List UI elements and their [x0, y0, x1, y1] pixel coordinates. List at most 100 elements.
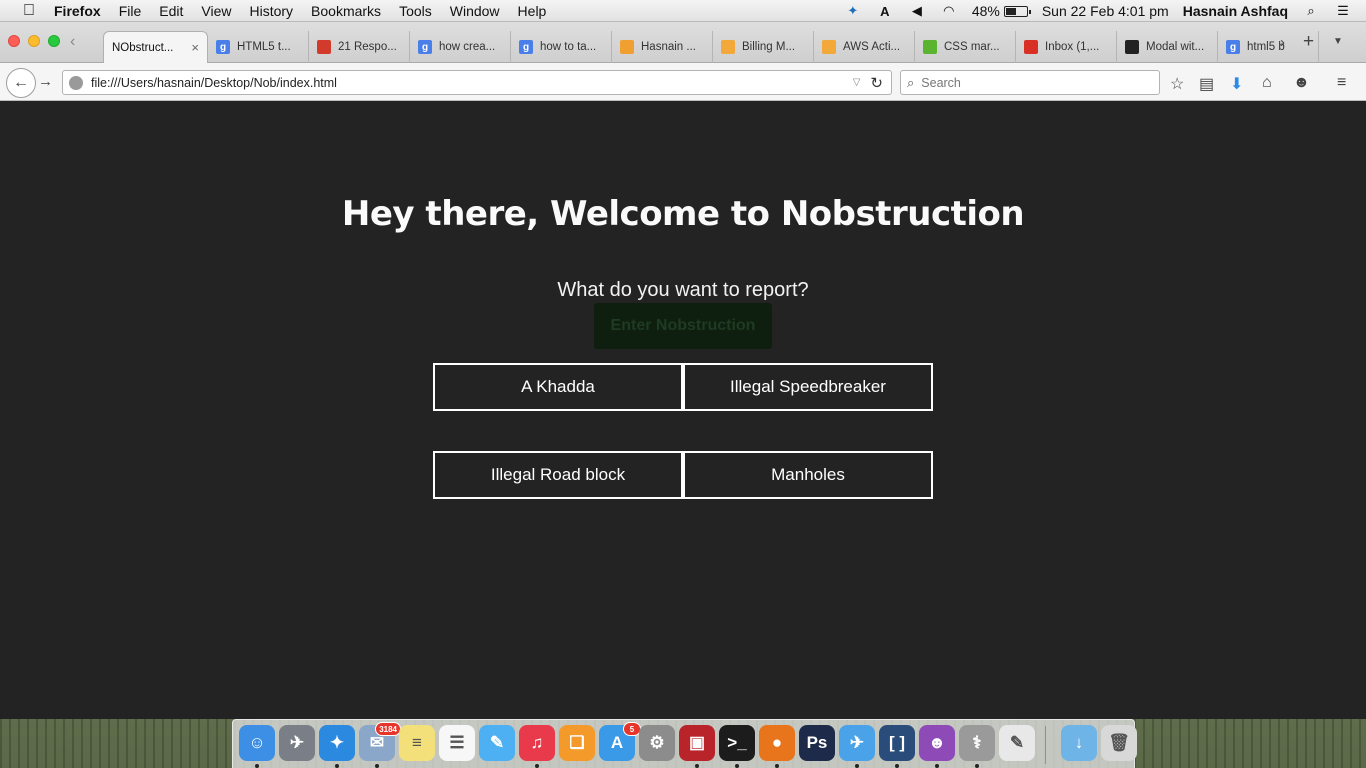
option-khadda-button[interactable]: A Khadda	[433, 363, 683, 411]
tab-close-icon[interactable]: ×	[191, 40, 199, 55]
option-manholes-button[interactable]: Manholes	[683, 451, 933, 499]
reading-list-icon[interactable]: ▤	[1199, 74, 1214, 94]
home-icon[interactable]: ⌂	[1262, 74, 1272, 92]
wifi-icon[interactable]: ◠	[940, 3, 958, 19]
notes-icon[interactable]: ≡	[399, 725, 435, 761]
photo-booth-icon[interactable]: ▣	[679, 725, 715, 761]
google-icon: g	[216, 40, 230, 54]
menu-help[interactable]: Help	[518, 3, 547, 19]
w3-icon	[923, 40, 937, 54]
menu-app-firefox[interactable]: Firefox	[54, 3, 101, 19]
disk-utility-icon[interactable]: ⚕	[959, 725, 995, 761]
tab-bar: ‹ NObstruct... × g HTML5 t... 21 Respo... g ho…	[0, 22, 1366, 63]
terminal-icon[interactable]: >_	[719, 725, 755, 761]
messages-icon[interactable]: ✎	[479, 725, 515, 761]
globe-icon	[69, 75, 83, 90]
aws-box-icon	[822, 40, 836, 54]
url-text[interactable]: file:///Users/hasnain/Desktop/Nob/index.…	[91, 76, 853, 90]
github-icon[interactable]: ☻	[919, 725, 955, 761]
forward-button[interactable]: →	[38, 73, 53, 90]
navigation-toolbar: ← → file:///Users/hasnain/Desktop/Nob/in…	[0, 63, 1366, 101]
google-icon: g	[1226, 40, 1240, 54]
reload-icon[interactable]: ↻	[870, 74, 883, 92]
volume-icon[interactable]: ◀	[908, 3, 926, 19]
menu-bookmarks[interactable]: Bookmarks	[311, 3, 381, 19]
window-minimize-button[interactable]	[28, 35, 40, 47]
back-button[interactable]: ←	[6, 68, 36, 98]
tab-active[interactable]: NObstruct... ×	[103, 31, 208, 63]
tab-title: Hasnain ...	[641, 41, 696, 53]
clock[interactable]: Sun 22 Feb 4:01 pm	[1042, 3, 1169, 19]
running-indicator	[335, 764, 339, 768]
battery-icon[interactable]	[1003, 5, 1031, 17]
trash-icon[interactable]: 🗑	[1101, 725, 1137, 761]
twitter-status-icon[interactable]: ✦	[844, 3, 862, 19]
textedit-icon[interactable]: ✎	[999, 725, 1035, 761]
tab[interactable]: Billing M...	[713, 31, 814, 63]
user-name[interactable]: Hasnain Ashfaq	[1183, 3, 1288, 19]
twitter-icon[interactable]: ✈	[839, 725, 875, 761]
tab[interactable]: 21 Respo...	[309, 31, 410, 63]
hamburger-menu-icon[interactable]: ≡	[1337, 74, 1346, 92]
reminders-icon[interactable]: ☰	[439, 725, 475, 761]
launchpad-icon[interactable]: ✈	[279, 725, 315, 761]
running-indicator	[255, 764, 259, 768]
history-dropdown-icon[interactable]: ▽	[853, 77, 861, 88]
dock-separator	[1045, 726, 1046, 764]
finder-icon[interactable]: ☺	[239, 725, 275, 761]
menu-file[interactable]: File	[119, 3, 142, 19]
bookmark-star-icon[interactable]: ☆	[1170, 74, 1184, 94]
back-arrow-icon: ←	[13, 74, 29, 91]
tab-scroll-right-icon[interactable]: ›	[1280, 34, 1285, 51]
enter-nobstruction-button[interactable]: Enter Nobstruction	[594, 303, 772, 349]
dock: ☺ ✈ ✦ ✉ 3184 ≡ ☰ ✎ ♫ ❑ A 5 ⚙ ▣ >_ ● Ps ✈[ ] ☻ ⚕ ✎ ↓ 🗑	[232, 719, 1137, 768]
tab-scroll-left-icon[interactable]: ‹	[70, 33, 75, 51]
firefox-icon[interactable]: ●	[759, 725, 795, 761]
tab[interactable]: g HTML5 t...	[208, 31, 309, 63]
tab[interactable]: Hasnain ...	[612, 31, 713, 63]
github-icon	[1125, 40, 1139, 54]
new-tab-button[interactable]: +	[1303, 31, 1314, 53]
ibooks-icon[interactable]: ❑	[559, 725, 595, 761]
menu-window[interactable]: Window	[450, 3, 500, 19]
photoshop-icon[interactable]: Ps	[799, 725, 835, 761]
itunes-icon[interactable]: ♫	[519, 725, 555, 761]
option-road-block-button[interactable]: Illegal Road block	[433, 451, 683, 499]
tab[interactable]: Inbox (1,...	[1016, 31, 1117, 63]
menu-history[interactable]: History	[249, 3, 293, 19]
adobe-status-icon[interactable]: A	[876, 3, 894, 19]
red-logo-icon	[317, 40, 331, 54]
google-icon: g	[519, 40, 533, 54]
hello-chat-icon[interactable]: ☻	[1293, 74, 1310, 92]
menu-view[interactable]: View	[201, 3, 231, 19]
menu-edit[interactable]: Edit	[159, 3, 183, 19]
window-close-button[interactable]	[8, 35, 20, 47]
tab[interactable]: AWS Acti...	[814, 31, 915, 63]
search-bar[interactable]: ⌕ Search	[900, 70, 1160, 95]
brackets-icon[interactable]: [ ]	[879, 725, 915, 761]
notification-center-icon[interactable]: ☰	[1334, 3, 1352, 19]
tab[interactable]: g how crea...	[410, 31, 511, 63]
menu-tools[interactable]: Tools	[399, 3, 432, 19]
safari-icon[interactable]: ✦	[319, 725, 355, 761]
appstore-icon[interactable]: A5	[599, 722, 641, 761]
downloads-icon[interactable]: ⬇	[1230, 74, 1243, 94]
menubar-status-area: ✦ A ◀ ◠ 48% Sun 22 Feb 4:01 pm Hasnain A…	[844, 0, 1366, 22]
tab[interactable]: g how to ta...	[511, 31, 612, 63]
window-maximize-button[interactable]	[48, 35, 60, 47]
tab[interactable]: Modal wit...	[1117, 31, 1218, 63]
apple-icon[interactable]: 	[18, 2, 40, 20]
search-placeholder[interactable]: Search	[921, 76, 961, 90]
spotlight-search-icon[interactable]: ⌕	[1302, 3, 1320, 19]
url-bar[interactable]: file:///Users/hasnain/Desktop/Nob/index.…	[62, 70, 892, 95]
mail-icon[interactable]: ✉ 3184	[359, 722, 401, 761]
report-question: What do you want to report?	[557, 279, 809, 301]
tab-strip: NObstruct... × g HTML5 t... 21 Respo... g how …	[103, 31, 1319, 63]
battery-percent: 48%	[971, 3, 1000, 19]
system-preferences-icon[interactable]: ⚙	[639, 725, 675, 761]
tab[interactable]: CSS mar...	[915, 31, 1016, 63]
option-speedbreaker-button[interactable]: Illegal Speedbreaker	[683, 363, 933, 411]
tab-list-dropdown-icon[interactable]: ▼	[1333, 36, 1343, 47]
tab-title: NObstruct...	[112, 41, 174, 54]
downloads-folder-icon[interactable]: ↓	[1061, 725, 1097, 761]
